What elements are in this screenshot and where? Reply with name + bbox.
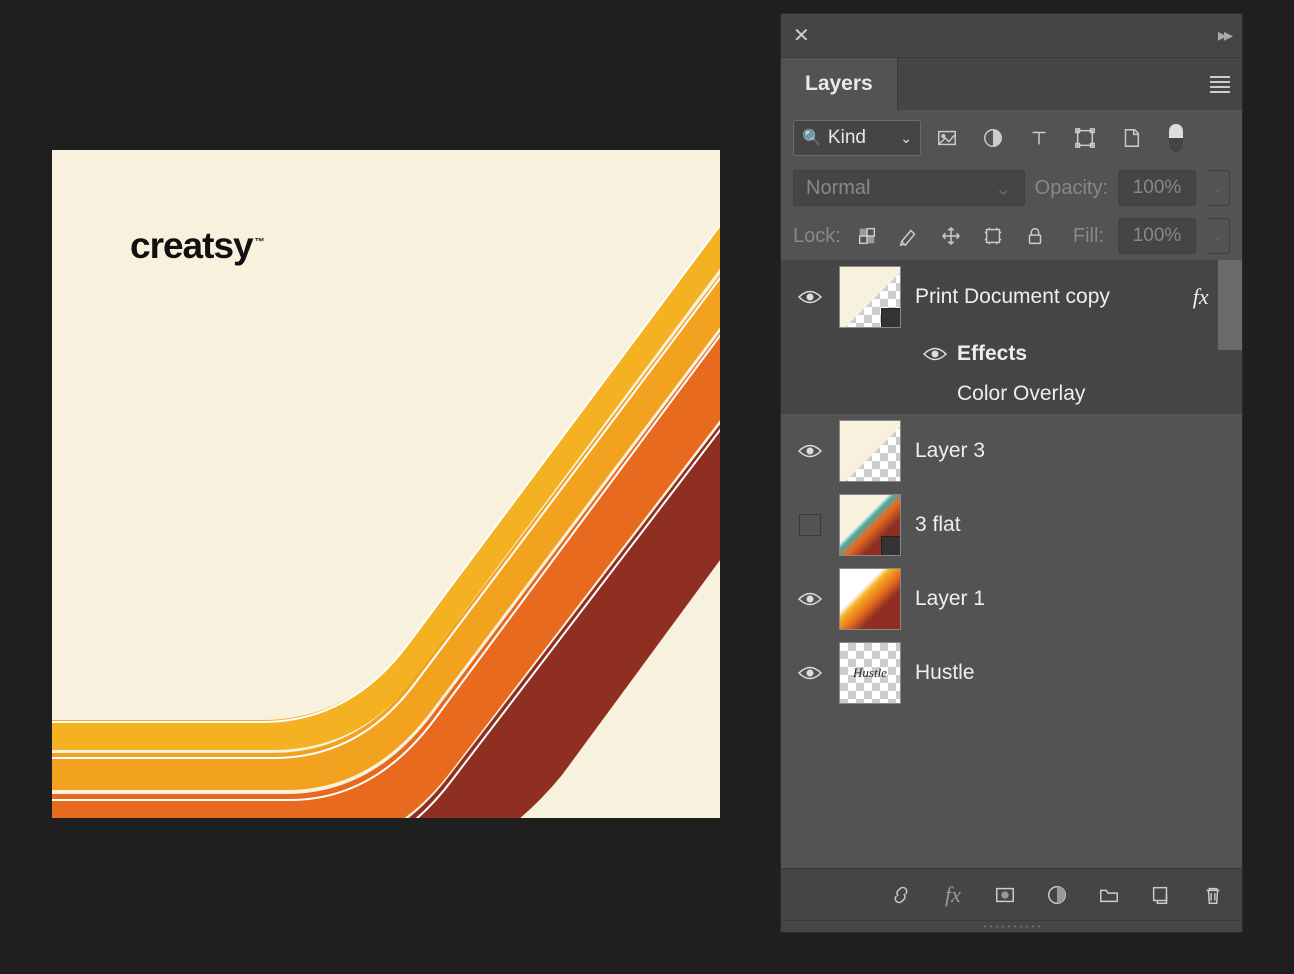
lock-all-icon[interactable] [1023, 224, 1047, 248]
close-icon[interactable]: ✕ [793, 23, 810, 48]
lock-row: Lock: Fill: 100% ⌄ [781, 212, 1242, 260]
tab-layers[interactable]: Layers [781, 58, 898, 110]
blend-row: Normal ⌄ Opacity: 100% ⌄ [781, 164, 1242, 212]
document-canvas[interactable]: creatsy™ [52, 150, 720, 818]
chevron-down-icon: ⌄ [900, 130, 912, 147]
logo-tm: ™ [255, 237, 264, 248]
effect-item-label: Color Overlay [957, 382, 1085, 406]
new-group-icon[interactable] [1096, 882, 1122, 908]
logo-text: creatsy [130, 225, 253, 266]
visibility-toggle[interactable] [791, 443, 829, 459]
chevron-down-icon: ⌄ [995, 176, 1012, 201]
layer-name[interactable]: Layer 1 [915, 587, 985, 611]
fill-chevron[interactable]: ⌄ [1206, 218, 1230, 254]
eye-icon [798, 443, 822, 459]
trash-icon[interactable] [1200, 882, 1226, 908]
lock-artboard-icon[interactable] [981, 224, 1005, 248]
panel-menu-button[interactable] [1210, 58, 1242, 110]
visibility-toggle[interactable] [791, 514, 829, 536]
adjustment-layer-icon[interactable] [1044, 882, 1070, 908]
filter-kind-dropdown[interactable]: 🔍 Kind ⌄ [793, 120, 921, 156]
layer-name[interactable]: 3 flat [915, 513, 961, 537]
menu-icon [1210, 76, 1230, 93]
kind-label: Kind [828, 127, 866, 149]
eye-icon[interactable] [923, 346, 947, 362]
hidden-box-icon [799, 514, 821, 536]
layer-row[interactable]: Print Document copy fx ⌃ [781, 260, 1242, 334]
panel-footer: fx [781, 868, 1242, 920]
layers-panel: ✕ ▸▸ Layers 🔍 Kind ⌄ [780, 13, 1243, 933]
lock-position-icon[interactable] [939, 224, 963, 248]
layer-thumbnail[interactable]: Hustle [839, 642, 901, 704]
panel-body: 🔍 Kind ⌄ Normal ⌄ Opacity: 100% ⌄ [781, 110, 1242, 932]
filter-toggle[interactable] [1169, 124, 1183, 152]
layer-row[interactable]: 3 flat [781, 488, 1242, 562]
layer-thumbnail[interactable] [839, 266, 901, 328]
effect-item-row[interactable]: Color Overlay [781, 374, 1242, 414]
link-layers-icon[interactable] [888, 882, 914, 908]
blend-mode-value: Normal [806, 177, 870, 200]
eye-icon [798, 591, 822, 607]
filter-adjustment-icon[interactable] [981, 126, 1005, 150]
panel-titlebar[interactable]: ✕ ▸▸ [781, 14, 1242, 58]
search-icon: 🔍 [802, 128, 822, 148]
filter-type-icons [935, 124, 1183, 152]
canvas-logo: creatsy™ [130, 225, 264, 267]
visibility-toggle[interactable] [791, 591, 829, 607]
scrollbar-thumb[interactable] [1218, 260, 1242, 350]
smart-object-badge [881, 536, 901, 556]
filter-type-icon[interactable] [1027, 126, 1051, 150]
effects-row[interactable]: Effects [781, 334, 1242, 374]
new-layer-icon[interactable] [1148, 882, 1174, 908]
layer-style-icon[interactable]: fx [940, 882, 966, 908]
fill-input[interactable]: 100% [1118, 218, 1196, 254]
filter-smartobject-icon[interactable] [1119, 126, 1143, 150]
layer-mask-icon[interactable] [992, 882, 1018, 908]
filter-row: 🔍 Kind ⌄ [781, 110, 1242, 164]
eye-icon [798, 289, 822, 305]
filter-pixel-icon[interactable] [935, 126, 959, 150]
visibility-toggle[interactable] [791, 289, 829, 305]
opacity-label: Opacity: [1035, 177, 1108, 200]
filter-shape-icon[interactable] [1073, 126, 1097, 150]
layer-row[interactable]: Layer 1 [781, 562, 1242, 636]
visibility-toggle[interactable] [791, 665, 829, 681]
lock-pixels-icon[interactable] [897, 224, 921, 248]
opacity-chevron[interactable]: ⌄ [1206, 170, 1230, 206]
layer-list[interactable]: Print Document copy fx ⌃ Effects Color O… [781, 260, 1242, 868]
resize-grip[interactable] [781, 920, 1242, 932]
layer-name[interactable]: Layer 3 [915, 439, 985, 463]
tab-label: Layers [805, 72, 873, 96]
panel-tabs: Layers [781, 58, 1242, 110]
fill-label: Fill: [1073, 225, 1104, 248]
layer-name[interactable]: Print Document copy [915, 285, 1110, 309]
effects-label: Effects [957, 342, 1027, 366]
opacity-input[interactable]: 100% [1118, 170, 1196, 206]
lock-label: Lock: [793, 225, 841, 248]
layer-row[interactable]: Layer 3 [781, 414, 1242, 488]
layer-row[interactable]: Hustle Hustle [781, 636, 1242, 710]
layer-name[interactable]: Hustle [915, 661, 975, 685]
lock-icons [855, 224, 1047, 248]
smart-object-badge [881, 308, 901, 328]
layer-thumbnail[interactable] [839, 494, 901, 556]
lock-transparency-icon[interactable] [855, 224, 879, 248]
blend-mode-dropdown[interactable]: Normal ⌄ [793, 170, 1025, 206]
layer-thumbnail[interactable] [839, 568, 901, 630]
collapse-icon[interactable]: ▸▸ [1218, 25, 1230, 46]
fx-badge[interactable]: fx [1193, 284, 1209, 310]
eye-icon [798, 665, 822, 681]
layer-thumbnail[interactable] [839, 420, 901, 482]
